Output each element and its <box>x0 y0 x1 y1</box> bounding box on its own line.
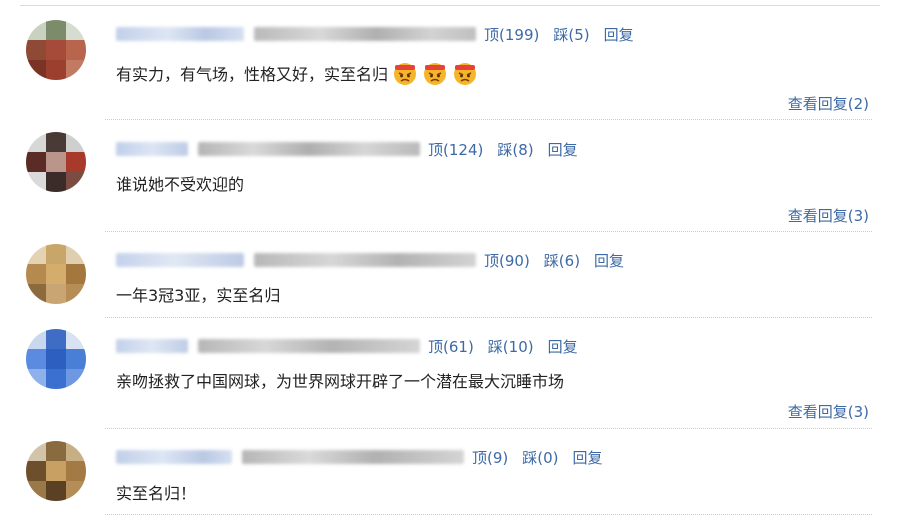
reply-button[interactable]: 回复 <box>594 250 624 271</box>
comment-body: 谁说她不受欢迎的 <box>116 172 244 194</box>
blurred-info <box>254 253 476 267</box>
blurred-username <box>116 339 188 353</box>
comment-text: 亲吻拯救了中国网球，为世界网球开辟了一个潜在最大沉睡市场 <box>116 372 565 391</box>
comment-meta: 顶(9) 踩(0) 回复 <box>116 447 617 467</box>
user-avatar[interactable] <box>26 132 86 192</box>
downvote-button[interactable]: 踩(10) <box>488 336 534 357</box>
blurred-info <box>198 142 420 156</box>
comment-text: 有实力，有气场，性格又好，实至名归 <box>116 65 389 84</box>
user-avatar[interactable] <box>26 441 86 501</box>
comment-separator <box>105 119 872 120</box>
view-replies-link[interactable]: 查看回复(2) <box>788 93 869 114</box>
angry-face-emoji-icon <box>424 63 447 85</box>
blurred-username <box>116 450 232 464</box>
comment-body: 亲吻拯救了中国网球，为世界网球开辟了一个潜在最大沉睡市场 <box>116 369 564 391</box>
downvote-button[interactable]: 踩(0) <box>522 447 558 468</box>
comment-meta: 顶(61) 踩(10) 回复 <box>116 336 592 356</box>
comment-separator <box>105 428 872 429</box>
upvote-button[interactable]: 顶(61) <box>428 336 474 357</box>
blurred-username <box>116 142 188 156</box>
upvote-button[interactable]: 顶(9) <box>472 447 508 468</box>
comment-list: 顶(199) 踩(5) 回复 有实力，有气场，性格又好，实至名归 查看回复(2)… <box>0 0 912 519</box>
reply-button[interactable]: 回复 <box>573 447 603 468</box>
blurred-info <box>198 339 420 353</box>
upvote-button[interactable]: 顶(90) <box>484 250 530 271</box>
user-avatar[interactable] <box>26 244 86 304</box>
comment-text: 谁说她不受欢迎的 <box>116 175 245 194</box>
reply-button[interactable]: 回复 <box>548 139 578 160</box>
comment-separator <box>105 514 872 515</box>
upvote-button[interactable]: 顶(124) <box>428 139 483 160</box>
user-avatar[interactable] <box>26 20 86 80</box>
reply-button[interactable]: 回复 <box>604 24 634 45</box>
upvote-button[interactable]: 顶(199) <box>484 24 539 45</box>
comment-separator <box>105 231 872 232</box>
comment-text: 一年3冠3亚，实至名归 <box>116 286 281 305</box>
comment-body: 一年3冠3亚，实至名归 <box>116 283 280 305</box>
view-replies-link[interactable]: 查看回复(3) <box>788 205 869 226</box>
downvote-button[interactable]: 踩(5) <box>553 24 589 45</box>
comment-meta: 顶(124) 踩(8) 回复 <box>116 139 592 159</box>
reply-button[interactable]: 回复 <box>548 336 578 357</box>
blurred-info <box>254 27 476 41</box>
downvote-button[interactable]: 踩(6) <box>544 250 580 271</box>
downvote-button[interactable]: 踩(8) <box>497 139 533 160</box>
comment-separator <box>105 317 872 318</box>
angry-face-emoji-icon <box>394 63 417 85</box>
angry-face-emoji-icon <box>454 63 477 85</box>
comment-meta: 顶(90) 踩(6) 回复 <box>116 250 638 270</box>
view-replies-link[interactable]: 查看回复(3) <box>788 401 869 422</box>
comment-body: 实至名归！ <box>116 481 196 503</box>
blurred-info <box>242 450 464 464</box>
comment-meta: 顶(199) 踩(5) 回复 <box>116 24 648 44</box>
user-avatar[interactable] <box>26 329 86 389</box>
comment-body: 有实力，有气场，性格又好，实至名归 <box>116 60 478 86</box>
blurred-username <box>116 253 244 267</box>
blurred-username <box>116 27 244 41</box>
top-divider <box>20 5 880 6</box>
comment-text: 实至名归！ <box>116 484 197 503</box>
